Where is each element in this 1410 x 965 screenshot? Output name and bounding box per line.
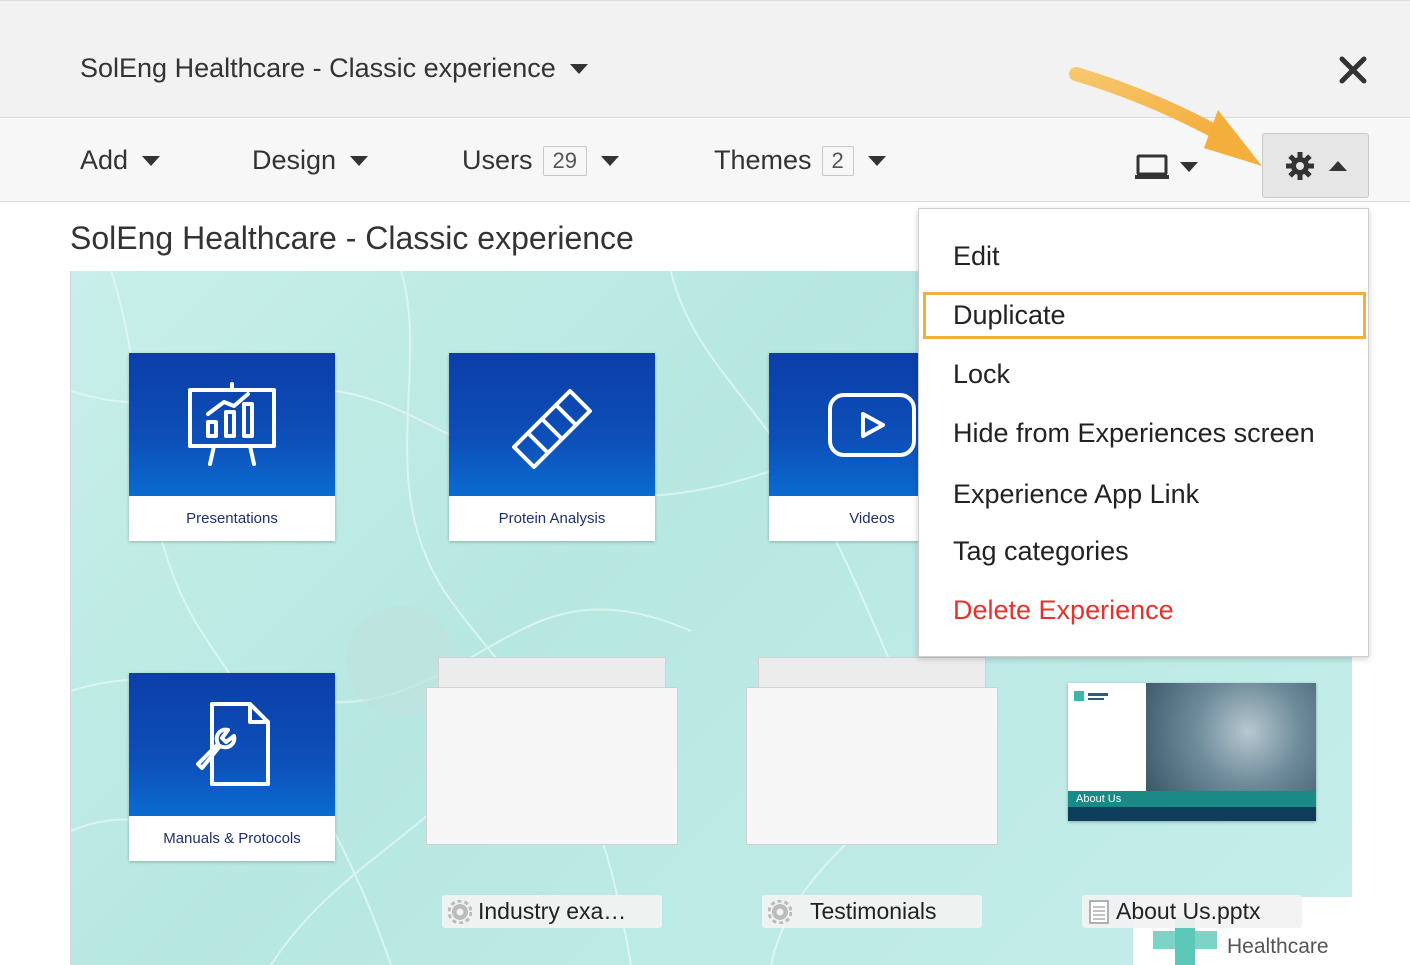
design-menu-label: Design — [252, 145, 337, 175]
folder-testimonials[interactable] — [746, 657, 998, 847]
presentation-chart-icon — [188, 381, 276, 466]
tile-manuals-protocols[interactable]: Manuals & Protocols — [129, 673, 335, 861]
menu-item-edit[interactable]: Edit — [953, 241, 1000, 272]
ppt-thumbnail[interactable]: About Us — [1068, 683, 1316, 821]
settings-button[interactable] — [1262, 133, 1369, 198]
tile-presentations[interactable]: Presentations — [129, 353, 335, 541]
menu-item-lock[interactable]: Lock — [953, 359, 1010, 390]
experience-selector-label: SolEng Healthcare - Classic experience — [80, 53, 556, 83]
item-label-text: Testimonials — [810, 898, 937, 924]
item-label-text: About Us.pptx — [1116, 898, 1261, 924]
chevron-down-icon — [867, 155, 886, 166]
themes-menu-button[interactable]: Themes 2 — [714, 145, 886, 176]
gear-icon — [768, 899, 792, 924]
chevron-down-icon — [142, 155, 161, 166]
design-menu-button[interactable]: Design — [252, 145, 369, 176]
document-wrench-icon — [196, 701, 270, 786]
menu-item-duplicate[interactable]: Duplicate — [953, 300, 1066, 331]
chevron-up-icon — [1328, 160, 1347, 171]
add-menu-button[interactable]: Add — [80, 145, 161, 176]
dna-icon — [512, 388, 592, 469]
page-title: SolEng Healthcare - Classic experience — [70, 220, 634, 256]
ppt-bar-text: About Us — [1068, 791, 1316, 807]
folder-industry-examples[interactable] — [426, 657, 678, 847]
item-label-about-us[interactable]: About Us.pptx — [1082, 895, 1302, 928]
close-icon[interactable] — [1336, 53, 1370, 87]
laptop-icon — [1135, 154, 1169, 179]
device-preview-button[interactable] — [1134, 153, 1198, 181]
item-label-text: Industry exa… — [478, 898, 627, 924]
themes-menu-label: Themes — [714, 145, 812, 175]
tile-label: Protein Analysis — [498, 510, 606, 527]
chevron-down-icon — [569, 63, 588, 74]
item-label-testimonials[interactable]: Testimonials — [762, 895, 982, 928]
play-icon — [828, 392, 916, 457]
menu-item-hide-from-experiences[interactable]: Hide from Experiences screen — [953, 418, 1315, 449]
users-menu-button[interactable]: Users 29 — [462, 145, 619, 176]
item-label-industry-examples[interactable]: Industry exa… — [442, 895, 662, 928]
file-icon — [1089, 899, 1109, 924]
toolbar: Add Design Users 29 Themes 2 — [0, 119, 1410, 202]
gear-icon — [1285, 151, 1314, 180]
menu-item-delete-experience[interactable]: Delete Experience — [953, 595, 1174, 626]
settings-dropdown-menu: Edit Duplicate Lock Hide from Experience… — [918, 208, 1369, 657]
chevron-down-icon — [601, 155, 619, 166]
company-logo — [1074, 691, 1108, 701]
experience-selector[interactable]: SolEng Healthcare - Classic experience — [80, 53, 588, 84]
users-count-badge: 29 — [542, 145, 587, 176]
chevron-down-icon — [1180, 162, 1198, 172]
menu-item-tag-categories[interactable]: Tag categories — [953, 536, 1129, 567]
surgeons-photo — [1146, 683, 1316, 791]
chevron-down-icon — [350, 155, 369, 166]
brand-text: Healthcare — [1227, 935, 1329, 958]
tile-label: Presentations — [186, 510, 278, 527]
title-bar: SolEng Healthcare - Classic experience — [0, 0, 1410, 118]
add-menu-label: Add — [80, 145, 129, 175]
tile-protein-analysis[interactable]: Protein Analysis — [449, 353, 655, 541]
themes-count-badge: 2 — [821, 145, 854, 176]
tile-label: Manuals & Protocols — [163, 830, 301, 847]
gear-icon — [448, 899, 472, 924]
users-menu-label: Users — [462, 145, 533, 175]
menu-item-experience-app-link[interactable]: Experience App Link — [953, 479, 1199, 510]
